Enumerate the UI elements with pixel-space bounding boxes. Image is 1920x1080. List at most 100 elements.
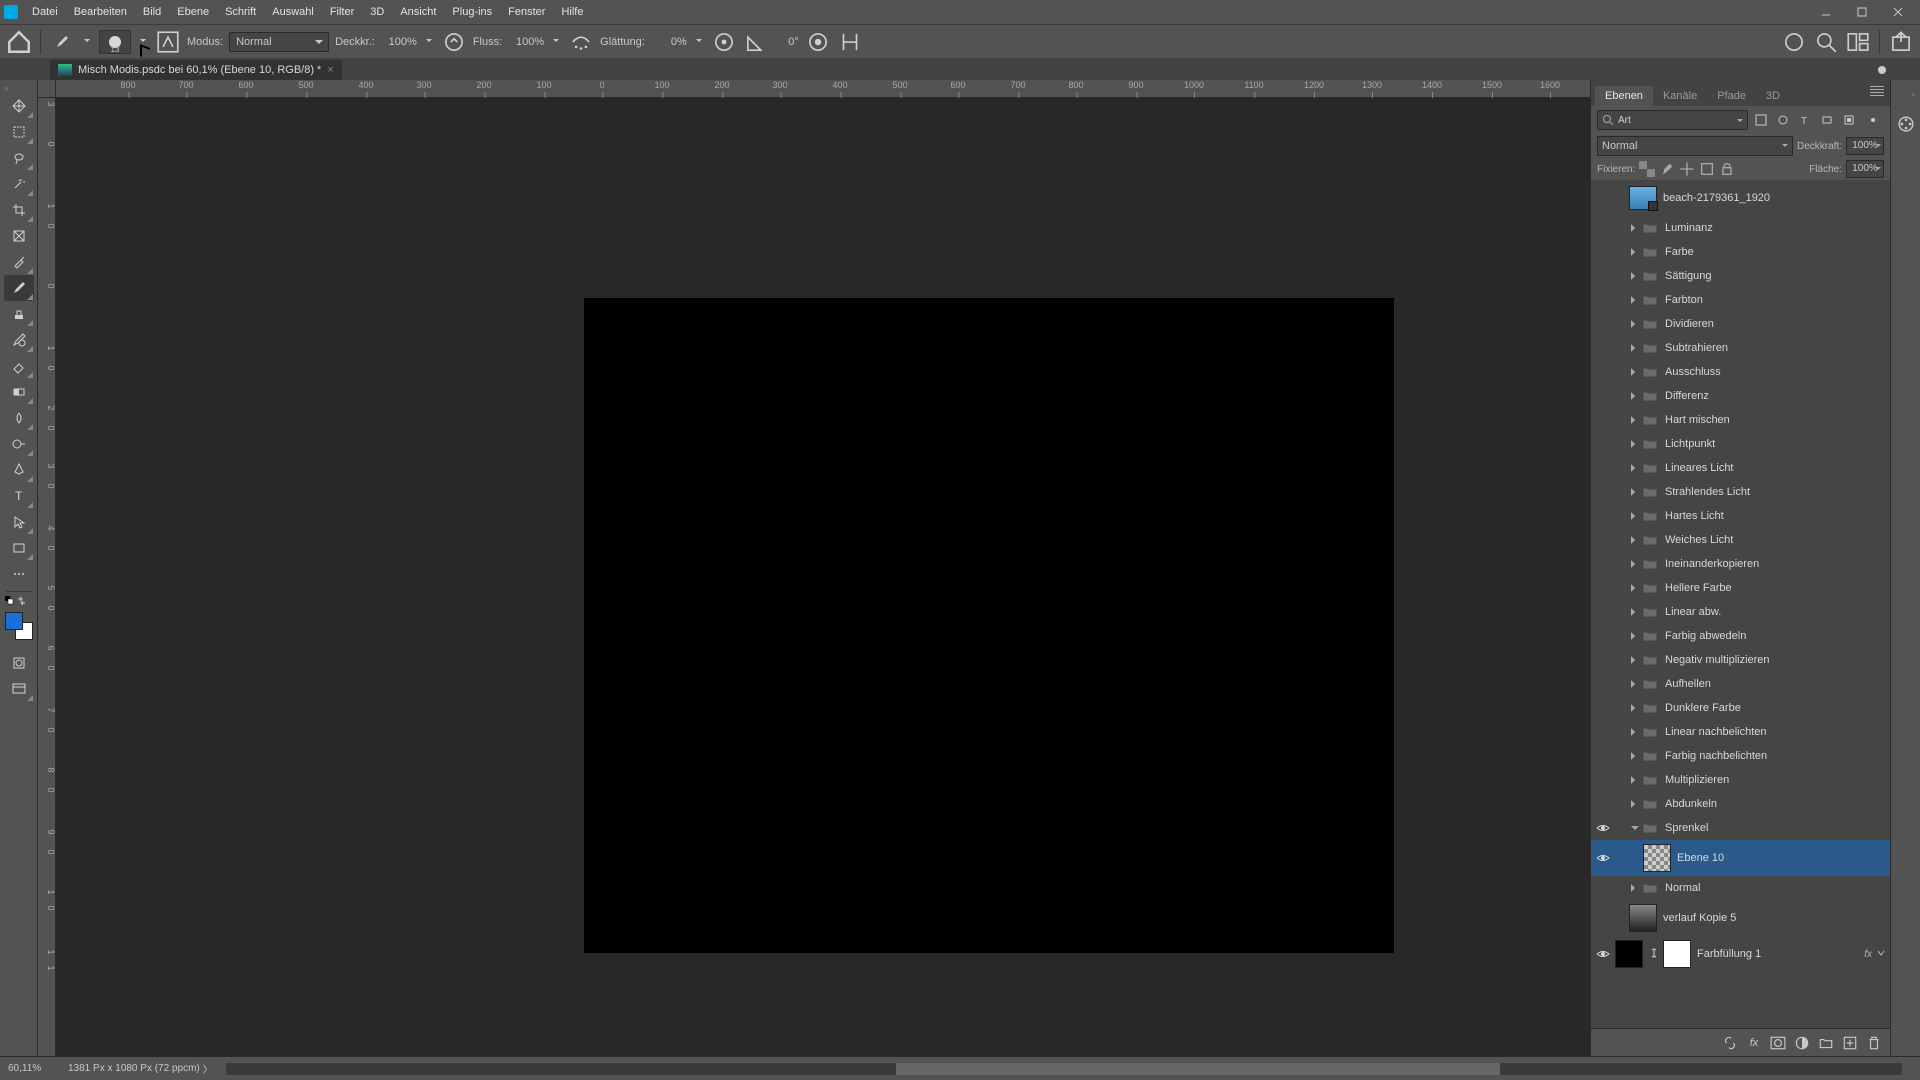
layer-row[interactable]: Negativ multiplizieren bbox=[1591, 648, 1890, 672]
menu-plug-ins[interactable]: Plug-ins bbox=[444, 0, 500, 24]
expand-arrow-icon[interactable] bbox=[1629, 632, 1641, 640]
pen-tool[interactable] bbox=[4, 457, 34, 483]
layer-row[interactable]: Sättigung bbox=[1591, 264, 1890, 288]
layer-row[interactable]: Ausschluss bbox=[1591, 360, 1890, 384]
path-select-tool[interactable] bbox=[4, 509, 34, 535]
brush-panel-icon[interactable] bbox=[155, 29, 181, 55]
menu-ebene[interactable]: Ebene bbox=[169, 0, 217, 24]
expand-arrow-icon[interactable] bbox=[1629, 296, 1641, 304]
share-icon[interactable] bbox=[1888, 29, 1914, 55]
history-brush-tool[interactable] bbox=[4, 327, 34, 353]
layer-name[interactable]: Negativ multiplizieren bbox=[1665, 654, 1770, 666]
layer-list[interactable]: beach-2179361_1920LuminanzFarbeSättigung… bbox=[1591, 180, 1890, 1028]
layer-row[interactable]: Farbig nachbelichten bbox=[1591, 744, 1890, 768]
frame-tool[interactable] bbox=[4, 223, 34, 249]
layer-row[interactable]: Dividieren bbox=[1591, 312, 1890, 336]
layer-row[interactable]: Linear nachbelichten bbox=[1591, 720, 1890, 744]
layer-name[interactable]: Sprenkel bbox=[1665, 822, 1708, 834]
ruler-origin[interactable] bbox=[38, 80, 56, 98]
layer-name[interactable]: Lineares Licht bbox=[1665, 462, 1734, 474]
layer-row[interactable]: Normal bbox=[1591, 876, 1890, 900]
quick-mask-icon[interactable] bbox=[4, 650, 34, 676]
expand-arrow-icon[interactable] bbox=[1629, 368, 1641, 376]
layer-name[interactable]: Normal bbox=[1665, 882, 1700, 894]
layer-name[interactable]: Aufhellen bbox=[1665, 678, 1711, 690]
expand-arrow-icon[interactable] bbox=[1629, 560, 1641, 568]
crop-tool[interactable] bbox=[4, 197, 34, 223]
panel-tab-ebenen[interactable]: Ebenen bbox=[1595, 86, 1653, 106]
clone-stamp-tool[interactable] bbox=[4, 301, 34, 327]
layer-name[interactable]: Ebene 10 bbox=[1677, 852, 1724, 864]
marquee-tool[interactable] bbox=[4, 119, 34, 145]
lock-position-icon[interactable] bbox=[1679, 161, 1695, 177]
layer-name[interactable]: Farbig nachbelichten bbox=[1665, 750, 1767, 762]
layer-name[interactable]: Linear abw. bbox=[1665, 606, 1721, 618]
toolbar-collapse-icon[interactable]: » bbox=[0, 84, 8, 93]
layer-row[interactable]: Differenz bbox=[1591, 384, 1890, 408]
expand-arrow-icon[interactable] bbox=[1629, 536, 1641, 544]
minimize-button[interactable] bbox=[1808, 2, 1844, 22]
fill-value[interactable]: 100% bbox=[1846, 160, 1884, 178]
layer-name[interactable]: Weiches Licht bbox=[1665, 534, 1733, 546]
layer-row[interactable]: Farbe bbox=[1591, 240, 1890, 264]
expand-arrow-icon[interactable] bbox=[1629, 800, 1641, 808]
status-arrow[interactable]: 〉 bbox=[200, 1061, 216, 1076]
layer-name[interactable]: Farbig abwedeln bbox=[1665, 630, 1746, 642]
document-canvas[interactable] bbox=[584, 298, 1394, 953]
layer-name[interactable]: Ineinanderkopieren bbox=[1665, 558, 1759, 570]
brush-preview[interactable]: 13 bbox=[99, 30, 131, 54]
flow-value[interactable]: 100% bbox=[508, 36, 544, 48]
layer-row[interactable]: Luminanz bbox=[1591, 216, 1890, 240]
rectangle-tool[interactable] bbox=[4, 535, 34, 561]
smoothing-options-icon[interactable] bbox=[711, 29, 737, 55]
layer-row[interactable]: Aufhellen bbox=[1591, 672, 1890, 696]
menu-datei[interactable]: Datei bbox=[24, 0, 66, 24]
color-panel-icon[interactable] bbox=[1895, 113, 1917, 135]
color-swatches[interactable] bbox=[5, 612, 33, 640]
layer-row[interactable]: Ebene 10 bbox=[1591, 840, 1890, 876]
layer-name[interactable]: Sättigung bbox=[1665, 270, 1711, 282]
menu-bearbeiten[interactable]: Bearbeiten bbox=[66, 0, 135, 24]
layer-filter-dropdown[interactable]: Art bbox=[1597, 110, 1748, 130]
angle-icon[interactable] bbox=[743, 29, 769, 55]
layer-name[interactable]: Ausschluss bbox=[1665, 366, 1721, 378]
layer-name[interactable]: Farbe bbox=[1665, 246, 1694, 258]
tool-preset-arrow[interactable] bbox=[81, 34, 93, 50]
brush-tool-icon[interactable] bbox=[49, 29, 75, 55]
menu-auswahl[interactable]: Auswahl bbox=[264, 0, 322, 24]
airbrush-icon[interactable] bbox=[568, 29, 594, 55]
adjustment-layer-icon[interactable] bbox=[1794, 1035, 1810, 1051]
blur-tool[interactable] bbox=[4, 405, 34, 431]
menu-bild[interactable]: Bild bbox=[135, 0, 169, 24]
lock-transparent-icon[interactable] bbox=[1639, 161, 1655, 177]
document-tab[interactable]: Misch Modis.psdc bei 60,1% (Ebene 10, RG… bbox=[50, 60, 342, 80]
expand-arrow-icon[interactable] bbox=[1629, 822, 1641, 834]
layer-row[interactable]: Ineinanderkopieren bbox=[1591, 552, 1890, 576]
layer-name[interactable]: Linear nachbelichten bbox=[1665, 726, 1767, 738]
expand-arrow-icon[interactable] bbox=[1629, 488, 1641, 496]
expand-arrow-icon[interactable] bbox=[1629, 656, 1641, 664]
ruler-horizontal[interactable]: 8007006005004003002001000100200300400500… bbox=[56, 80, 1590, 98]
layer-row[interactable]: Subtrahieren bbox=[1591, 336, 1890, 360]
more-tools[interactable] bbox=[4, 561, 34, 587]
layer-row[interactable]: Abdunkeln bbox=[1591, 792, 1890, 816]
search-icon[interactable] bbox=[1813, 29, 1839, 55]
expand-arrow-icon[interactable] bbox=[1629, 512, 1641, 520]
swap-colors-icon[interactable] bbox=[16, 596, 28, 606]
blend-mode-dropdown[interactable]: Normal bbox=[229, 32, 329, 52]
expand-arrow-icon[interactable] bbox=[1629, 416, 1641, 424]
layer-row[interactable]: Hart mischen bbox=[1591, 408, 1890, 432]
layer-name[interactable]: Lichtpunkt bbox=[1665, 438, 1715, 450]
expand-arrow-icon[interactable] bbox=[1629, 344, 1641, 352]
layer-row[interactable]: Hellere Farbe bbox=[1591, 576, 1890, 600]
expand-arrow-icon[interactable] bbox=[1629, 320, 1641, 328]
lock-pixels-icon[interactable] bbox=[1659, 161, 1675, 177]
brush-tool[interactable] bbox=[4, 275, 34, 301]
layer-name[interactable]: Hellere Farbe bbox=[1665, 582, 1732, 594]
layer-row[interactable]: Multiplizieren bbox=[1591, 768, 1890, 792]
magic-wand-tool[interactable] bbox=[4, 171, 34, 197]
expand-arrow-icon[interactable] bbox=[1629, 584, 1641, 592]
fx-expand-icon[interactable] bbox=[1876, 948, 1886, 961]
layer-row[interactable]: Linear abw. bbox=[1591, 600, 1890, 624]
expand-arrow-icon[interactable] bbox=[1629, 776, 1641, 784]
